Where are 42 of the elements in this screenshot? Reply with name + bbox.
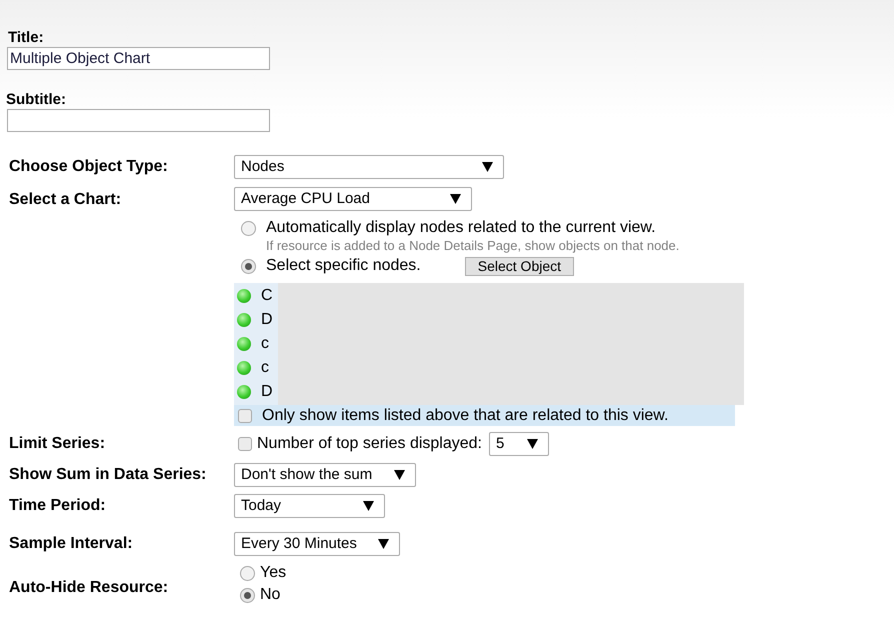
dropdown[interactable]: Average CPU Load bbox=[234, 187, 472, 211]
dropdown-arrow-icon bbox=[527, 439, 538, 449]
radio-button[interactable] bbox=[241, 221, 256, 236]
dropdown-arrow-icon bbox=[378, 539, 389, 549]
dropdown[interactable]: Today bbox=[234, 494, 385, 518]
text-field[interactable]: Multiple Object Chart bbox=[7, 47, 270, 70]
field-label: Show Sum in Data Series: bbox=[9, 465, 206, 485]
checkbox-label: Only show items listed above that are related to this view. bbox=[262, 406, 668, 426]
node-name[interactable]: D bbox=[261, 311, 273, 329]
field-label: Sample Interval: bbox=[9, 534, 133, 554]
dropdown-arrow-icon bbox=[394, 470, 405, 480]
node-name[interactable]: D bbox=[261, 383, 273, 401]
field-label: Auto-Hide Resource: bbox=[9, 578, 168, 598]
option-label: No bbox=[260, 585, 280, 605]
dropdown[interactable]: Don't show the sum bbox=[234, 463, 416, 487]
field-label: Time Period: bbox=[9, 496, 106, 516]
radio-button[interactable] bbox=[241, 259, 256, 274]
field-label: Title: bbox=[7, 29, 45, 47]
field-label: Choose Object Type: bbox=[9, 157, 168, 177]
checkbox[interactable] bbox=[238, 408, 252, 422]
radio-button[interactable] bbox=[240, 566, 255, 580]
field-label: Select a Chart: bbox=[9, 190, 122, 210]
dropdown[interactable]: Every 30 Minutes bbox=[234, 532, 400, 556]
field-label: Subtitle: bbox=[6, 91, 67, 109]
field-label: Limit Series: bbox=[9, 434, 106, 454]
hint-text: If resource is added to a Node Details Page, show objects on that node. bbox=[266, 239, 680, 253]
option-label: Select specific nodes. bbox=[266, 256, 421, 276]
node-name[interactable]: c bbox=[261, 335, 269, 353]
radio-button[interactable] bbox=[240, 588, 255, 602]
text-field[interactable] bbox=[7, 109, 270, 132]
dropdown-arrow-icon bbox=[482, 162, 493, 172]
checkbox[interactable] bbox=[238, 437, 252, 451]
node-name[interactable]: c bbox=[261, 359, 269, 377]
dropdown-arrow-icon bbox=[363, 501, 374, 511]
select-object-button[interactable]: Select Object bbox=[464, 256, 574, 276]
option-label: Automatically display nodes related to the current view. bbox=[266, 218, 656, 238]
dropdown-arrow-icon bbox=[450, 194, 461, 204]
checkbox-label: Number of top series displayed: bbox=[257, 434, 482, 454]
dropdown[interactable]: 5 bbox=[489, 432, 549, 456]
node-name[interactable]: C bbox=[261, 287, 273, 305]
option-label: Yes bbox=[260, 563, 286, 583]
dropdown[interactable]: Nodes bbox=[234, 155, 504, 179]
